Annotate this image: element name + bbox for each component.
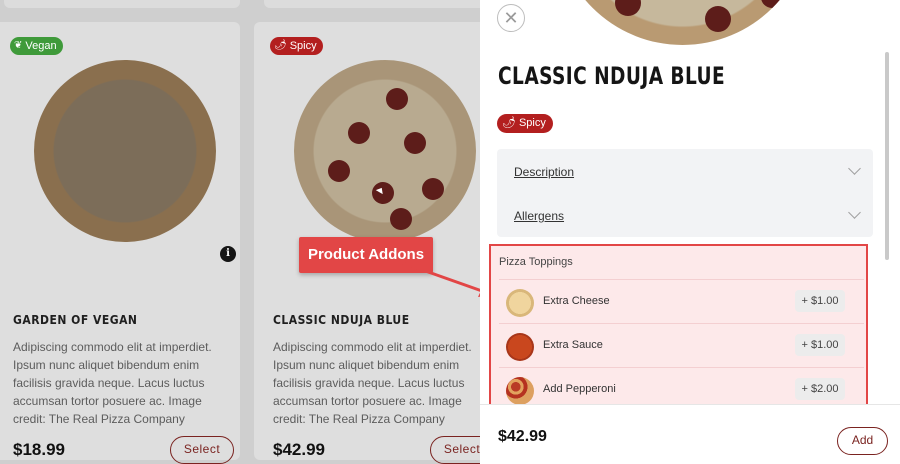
topping-thumbnail — [506, 333, 534, 361]
select-button[interactable]: Select — [170, 436, 234, 464]
pizza-image[interactable] — [294, 60, 476, 242]
accordion-description[interactable]: Description — [514, 165, 574, 179]
product-hero-image — [555, 0, 810, 45]
toppings-title: Pizza Toppings — [499, 256, 573, 268]
drawer-title: CLASSIC NDUJA BLUE — [498, 62, 726, 90]
chevron-down-icon[interactable] — [848, 162, 861, 175]
total-price: $42.99 — [498, 428, 547, 445]
accordion-allergens[interactable]: Allergens — [514, 209, 564, 223]
card-top-edge — [264, 0, 500, 8]
topping-label: Extra Sauce — [543, 339, 603, 351]
scrollbar[interactable] — [885, 52, 889, 260]
topping-price-button[interactable]: + $1.00 — [795, 290, 845, 312]
chevron-down-icon[interactable] — [848, 206, 861, 219]
product-card-garden-of-vegan[interactable]: ❦ Vegan GARDEN OF VEGAN Adipiscing commo… — [0, 22, 240, 464]
drawer-footer: $42.99 Add — [480, 404, 900, 464]
topping-label: Add Pepperoni — [543, 383, 616, 395]
topping-row-extra-cheese[interactable]: Extra Cheese + $1.00 — [499, 279, 864, 323]
badge-label: Spicy — [289, 40, 317, 52]
topping-label: Extra Cheese — [543, 295, 610, 307]
spicy-badge: 🌶 Spicy — [270, 37, 323, 55]
product-price: $18.99 — [13, 440, 65, 459]
info-icon[interactable]: i — [220, 246, 236, 262]
card-top-edge — [4, 0, 240, 8]
product-description: Adipiscing commodo elit at imperdiet. Ip… — [273, 340, 472, 426]
leaf-icon: ❦ — [14, 40, 23, 51]
chili-icon: 🌶 — [502, 117, 516, 129]
vegan-badge: ❦ Vegan — [10, 37, 63, 55]
product-drawer: ✕ CLASSIC NDUJA BLUE 🌶 Spicy Description… — [480, 0, 900, 464]
spicy-badge: 🌶 Spicy — [497, 114, 553, 133]
product-name: CLASSIC NDUJA BLUE — [273, 313, 410, 327]
add-button[interactable]: Add — [837, 427, 888, 455]
topping-thumbnail — [506, 289, 534, 317]
product-description: Adipiscing commodo elit at imperdiet. Ip… — [13, 340, 212, 426]
pizza-image[interactable] — [34, 60, 216, 242]
topping-price-button[interactable]: + $2.00 — [795, 378, 845, 400]
badge-label: Spicy — [518, 117, 546, 129]
topping-price-button[interactable]: + $1.00 — [795, 334, 845, 356]
topping-thumbnail — [506, 377, 534, 405]
badge-label: Vegan — [25, 40, 57, 52]
product-accordion: Description Allergens — [497, 149, 873, 237]
pizza-toppings-addons: Pizza Toppings Extra Cheese + $1.00 Extr… — [489, 244, 868, 412]
product-price: $42.99 — [273, 440, 325, 459]
chili-icon: 🌶 — [274, 40, 287, 51]
topping-row-extra-sauce[interactable]: Extra Sauce + $1.00 — [499, 323, 864, 367]
product-name: GARDEN OF VEGAN — [13, 313, 138, 327]
close-icon[interactable]: ✕ — [497, 4, 525, 32]
